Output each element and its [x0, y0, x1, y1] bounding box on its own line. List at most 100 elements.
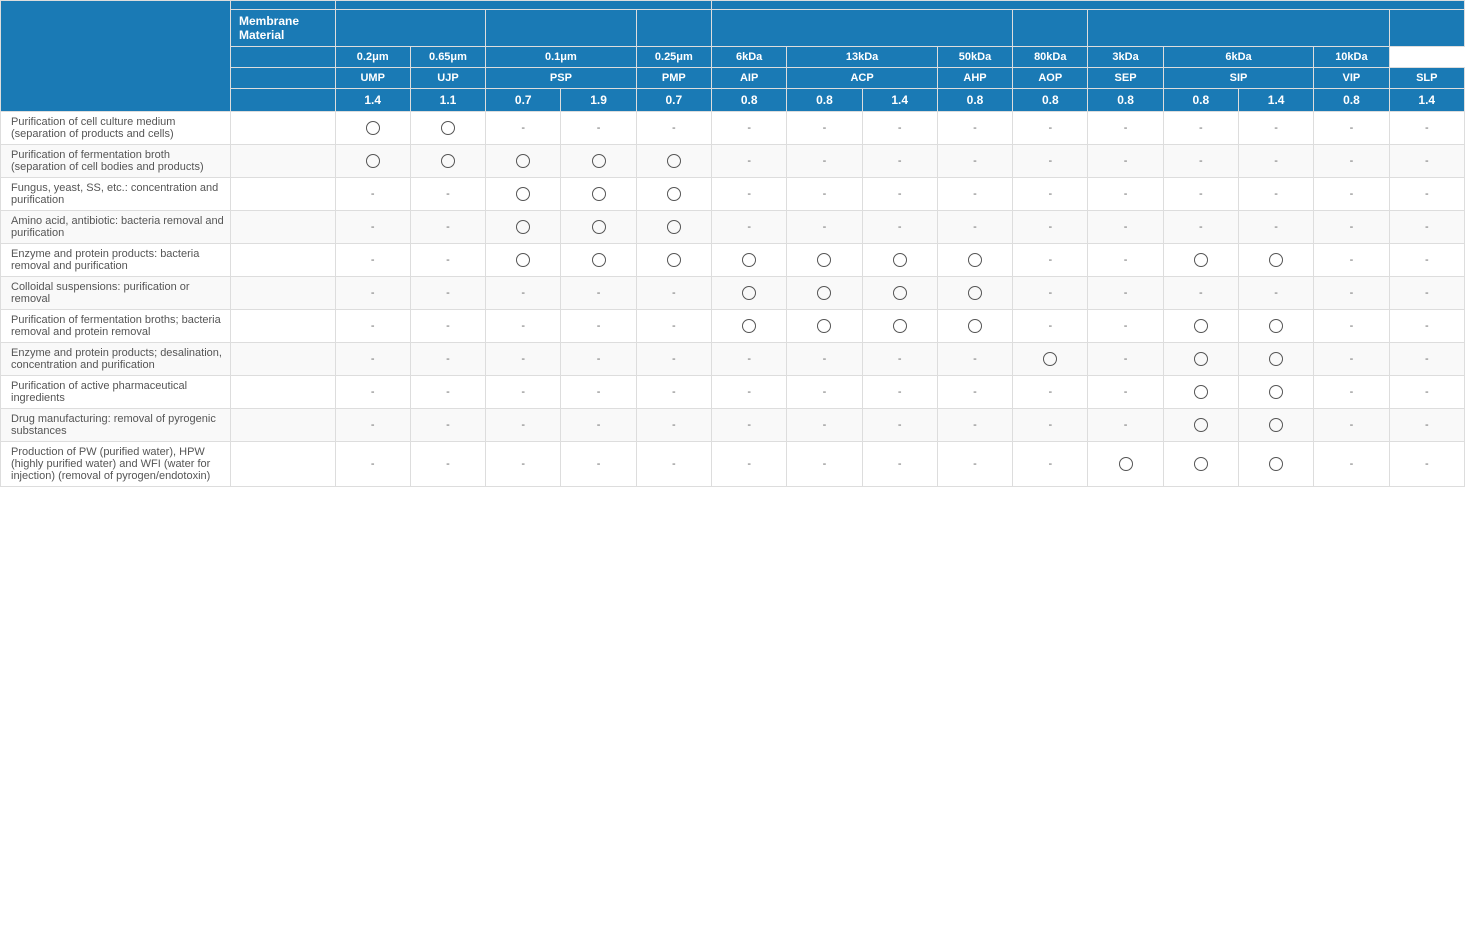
app-cell: Purification of cell culture medium (sep…: [1, 112, 231, 145]
data-cell: [1238, 310, 1313, 343]
id-0.8e: 0.8: [1088, 89, 1163, 112]
table-row: Enzyme and protein products; desalinatio…: [1, 343, 1465, 376]
id-1.4c: 1.4: [1238, 89, 1313, 112]
table-row: Enzyme and protein products: bacteria re…: [1, 244, 1465, 277]
data-cell: -: [1088, 211, 1163, 244]
circle-icon: [366, 121, 380, 135]
circle-icon: [592, 187, 606, 201]
data-cell: -: [410, 409, 485, 442]
empty-label-cell: [231, 211, 336, 244]
data-cell: -: [1238, 211, 1313, 244]
data-cell: -: [410, 343, 485, 376]
data-cell: [712, 244, 787, 277]
data-cell: -: [787, 343, 862, 376]
data-cell: -: [1389, 442, 1464, 487]
data-cell: [1163, 409, 1238, 442]
circle-icon: [516, 154, 530, 168]
id-1.4b: 1.4: [862, 89, 937, 112]
data-cell: -: [712, 343, 787, 376]
data-cell: -: [862, 343, 937, 376]
data-cell: -: [1013, 211, 1088, 244]
data-cell: -: [787, 409, 862, 442]
circle-icon: [893, 319, 907, 333]
circle-icon: [742, 319, 756, 333]
app-header: [1, 1, 231, 112]
circle-icon: [1119, 457, 1133, 471]
empty-label-cell: [231, 343, 336, 376]
data-cell: -: [410, 310, 485, 343]
data-cell: -: [862, 442, 937, 487]
data-cell: -: [937, 112, 1012, 145]
data-cell: -: [486, 376, 561, 409]
data-cell: -: [561, 310, 636, 343]
data-cell: -: [1163, 178, 1238, 211]
membrane-material-label: MembraneMaterial: [231, 10, 336, 47]
data-cell: -: [1088, 178, 1163, 211]
id-1.4d: 1.4: [1389, 89, 1464, 112]
pe-extra: [636, 10, 711, 47]
data-cell: -: [787, 112, 862, 145]
circle-icon: [667, 187, 681, 201]
empty-label-cell: [231, 376, 336, 409]
pore-size-label: [231, 47, 336, 68]
table-row: Colloidal suspensions: purification or r…: [1, 277, 1465, 310]
circle-icon: [1269, 352, 1283, 366]
empty-label-cell: [231, 145, 336, 178]
data-cell: -: [1314, 376, 1389, 409]
data-cell: -: [335, 376, 410, 409]
data-cell: -: [1314, 277, 1389, 310]
data-cell: [1163, 244, 1238, 277]
data-cell: -: [486, 112, 561, 145]
pt-psp: PSP: [486, 68, 637, 89]
data-cell: -: [712, 145, 787, 178]
circle-icon: [516, 187, 530, 201]
data-cell: -: [862, 211, 937, 244]
data-cell: -: [1314, 409, 1389, 442]
pore-0.25um: 0.25μm: [636, 47, 711, 68]
data-cell: -: [937, 178, 1012, 211]
pt-slp: SLP: [1389, 68, 1464, 89]
circle-icon: [893, 286, 907, 300]
pore-0.65um: 0.65μm: [410, 47, 485, 68]
circle-icon: [817, 253, 831, 267]
data-cell: -: [1163, 145, 1238, 178]
circle-icon: [592, 220, 606, 234]
data-cell: -: [862, 112, 937, 145]
empty-label-cell: [231, 277, 336, 310]
table-row: Production of PW (purified water), HPW (…: [1, 442, 1465, 487]
data-cell: [561, 145, 636, 178]
circle-icon: [1194, 457, 1208, 471]
data-cell: -: [335, 211, 410, 244]
data-cell: -: [1088, 277, 1163, 310]
pore-10kda: 10kDa: [1314, 47, 1389, 68]
table-row: Fungus, yeast, SS, etc.: concentration a…: [1, 178, 1465, 211]
data-cell: -: [1013, 409, 1088, 442]
circle-icon: [516, 253, 530, 267]
circle-icon: [817, 286, 831, 300]
data-cell: -: [410, 277, 485, 310]
circle-icon: [742, 286, 756, 300]
app-cell: Enzyme and protein products: bacteria re…: [1, 244, 231, 277]
data-cell: -: [1314, 145, 1389, 178]
data-cell: [410, 112, 485, 145]
header-row-membrane-type: [1, 1, 1465, 10]
pt-acp: ACP: [787, 68, 938, 89]
pore-6kda-ps: 6kDa: [1163, 47, 1314, 68]
circle-icon: [441, 121, 455, 135]
data-cell: -: [486, 409, 561, 442]
table-row: Purification of active pharmaceutical in…: [1, 376, 1465, 409]
ps-header: [1088, 10, 1389, 47]
table-row: Purification of cell culture medium (sep…: [1, 112, 1465, 145]
data-cell: -: [1389, 310, 1464, 343]
pore-0.1um: 0.1μm: [486, 47, 637, 68]
data-cell: -: [712, 112, 787, 145]
data-cell: -: [1238, 112, 1313, 145]
data-cell: -: [486, 277, 561, 310]
data-cell: [862, 310, 937, 343]
empty-label-cell: [231, 442, 336, 487]
data-cell: -: [1163, 211, 1238, 244]
data-cell: -: [1238, 145, 1313, 178]
data-cell: [1238, 244, 1313, 277]
data-cell: -: [1389, 178, 1464, 211]
data-cell: -: [636, 343, 711, 376]
